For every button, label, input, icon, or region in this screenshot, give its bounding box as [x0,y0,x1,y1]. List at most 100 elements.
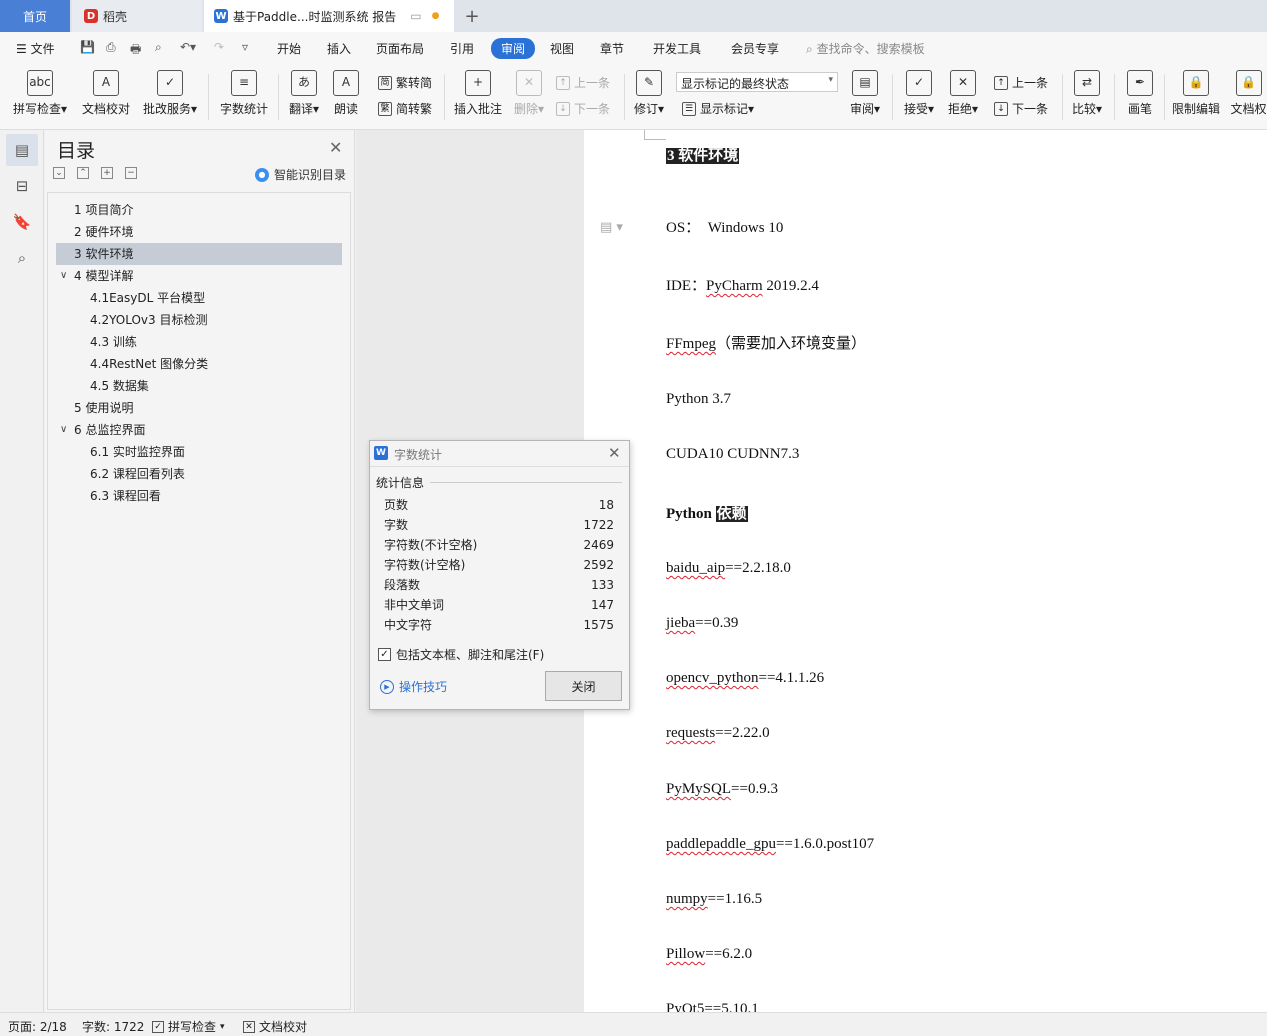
quick-access-dropdown-icon[interactable]: ▿ [242,40,248,54]
stats-row: 字数 1722 [384,515,614,535]
dialog-titlebar[interactable]: W 字数统计 ✕ [370,441,629,467]
paragraph-menu-icon[interactable]: ▤ ▾ [600,220,623,235]
document-page[interactable]: ▤ ▾ 3 软件环境 OS： Windows 10 IDE：PyCharm 20… [584,130,1267,1012]
window-icon[interactable]: ▭ [410,9,421,23]
toc-item[interactable]: 4.2YOLOv3 目标检测 [56,309,342,331]
tips-link[interactable]: ▶ 操作技巧 [380,678,447,695]
toc-item[interactable]: ∨ 4 模型详解 [56,265,342,287]
dependency-line: numpy==1.16.5 [666,891,762,908]
prev-comment-label: 上一条 [574,76,611,90]
toc-item[interactable]: 6.3 课程回看 [56,485,342,507]
toc-item[interactable]: 1 项目简介 [56,199,342,221]
expand-up-icon[interactable]: ⌃ [77,167,89,179]
correction-service-button[interactable]: ✓ 批改服务▾ [140,70,200,117]
collapse-all-icon[interactable]: ⌄ [53,167,65,179]
chevron-down-icon[interactable]: ∨ [60,265,67,287]
stats-value: 147 [591,598,614,612]
pen-button[interactable]: ✒ 画笔 [1122,70,1158,117]
translate-button[interactable]: あ翻译▾ [286,70,322,117]
redo-icon[interactable]: ↷ [214,40,224,54]
track-changes-button[interactable]: ✎ 修订▾ [630,70,668,117]
menu-developer[interactable]: 开发工具 [653,40,701,57]
spell-check-status[interactable]: ✓ 拼写检查 ▾ [152,1018,225,1035]
menu-insert[interactable]: 插入 [327,40,351,57]
toc-item[interactable]: 6.2 课程回看列表 [56,463,342,485]
save-icon[interactable]: 💾 [80,40,95,54]
toc-item[interactable]: 3 软件环境 [56,243,342,265]
accept-button[interactable]: ✓ 接受▾ [900,70,938,117]
restrict-editing-button[interactable]: 🔒 限制编辑 [1170,70,1222,117]
doc-proofread-button[interactable]: A 文档校对 [80,70,132,117]
simp-to-trad-button[interactable]: 繁简转繁 [378,100,432,117]
tab-daoke[interactable]: D 稻壳 [72,0,202,32]
export-pdf-icon[interactable]: ⎙ [106,40,116,55]
bookmark-icon[interactable]: 🔖 [12,212,32,232]
doc-permission-button[interactable]: 🔒 文档权 [1230,70,1267,117]
undo-icon[interactable]: ↶▾ [180,40,196,54]
toc-item[interactable]: 4.1EasyDL 平台模型 [56,287,342,309]
tab-home[interactable]: 首页 [0,0,70,32]
toc-item[interactable]: 4.4RestNet 图像分类 [56,353,342,375]
search-icon[interactable]: ⌕ [12,248,32,268]
search-icon: ⌕ [806,42,813,56]
menu-chapter[interactable]: 章节 [600,40,624,57]
spell-check-button[interactable]: abc 拼写检查▾ [10,70,70,117]
menu-page-layout[interactable]: 页面布局 [376,40,424,57]
section-divider [430,482,622,483]
command-search[interactable]: ⌕ 查找命令、搜索模板 [806,40,925,57]
print-preview-icon[interactable]: ⌕ [155,40,162,55]
spell-check-status-label: 拼写检查 [168,1020,217,1034]
trad-to-simp-button[interactable]: 简繁转简 [378,74,432,91]
remove-heading-icon[interactable]: − [125,167,137,179]
close-icon[interactable]: ✕ [608,444,621,462]
menu-review[interactable]: 审阅 [491,38,536,59]
toc-item[interactable]: 6.1 实时监控界面 [56,441,342,463]
smart-toc-button[interactable]: ● 智能识别目录 [255,166,346,183]
wps-writer-icon: W [214,9,228,23]
markup-view-select[interactable]: 显示标记的最终状态 ▾ [676,72,838,92]
next-change-button[interactable]: ↓ 下一条 [994,100,1048,117]
show-markup-button[interactable]: ☰ 显示标记 ▾ [682,100,754,117]
print-icon[interactable]: 🖶 [130,40,141,61]
menu-membership[interactable]: 会员专享 [731,40,779,57]
menu-view[interactable]: 视图 [550,40,574,57]
next-comment-button[interactable]: ↓ 下一条 [556,100,610,117]
stats-row: 非中文单词 147 [384,595,614,615]
trad-to-simp-icon: 简 [378,75,392,90]
stats-row: 中文字符 1575 [384,615,614,635]
track-changes-icon: ✎ [636,70,662,96]
toc-panel-icon[interactable]: ▤ [6,134,38,166]
insert-comment-button[interactable]: + 插入批注 [452,70,504,117]
close-icon[interactable]: ✕ [329,138,342,157]
add-heading-icon[interactable]: + [101,167,113,179]
prev-change-button[interactable]: ↑ 上一条 [994,74,1048,91]
page-indicator[interactable]: 页面: 2/18 [8,1018,67,1035]
toc-item[interactable]: 4.3 训练 [56,331,342,353]
delete-comment-icon: ✕ [516,70,542,96]
reject-button[interactable]: ✕ 拒绝▾ [944,70,982,117]
doc-proofread-status[interactable]: ✕ 文档校对 [243,1018,307,1035]
read-aloud-button[interactable]: A 朗读 [330,70,362,117]
file-menu[interactable]: ☰ 文件 [16,40,55,57]
tab-document[interactable]: W 基于Paddle...时监测系统 报告 ▭ ● [204,0,454,32]
prev-comment-button[interactable]: ↑ 上一条 [556,74,610,91]
menu-references[interactable]: 引用 [450,40,474,57]
word-count-indicator[interactable]: 字数: 1722 [82,1018,144,1035]
plus-icon: + [464,5,480,27]
new-tab-button[interactable]: + [460,0,484,32]
toc-item[interactable]: 5 使用说明 [56,397,342,419]
compare-button[interactable]: ⇄ 比较▾ [1068,70,1106,117]
include-textbox-checkbox[interactable]: ✓ 包括文本框、脚注和尾注(F) [378,646,544,663]
word-count-button[interactable]: ≡ 字数统计 [218,70,270,117]
chevron-down-icon[interactable]: ∨ [60,419,67,441]
toc-item[interactable]: ∨ 6 总监控界面 [56,419,342,441]
close-button[interactable]: 关闭 [545,671,622,701]
menu-start[interactable]: 开始 [277,40,301,57]
stats-row: 页数 18 [384,495,614,515]
delete-comment-button[interactable]: ✕ 删除▾ [510,70,548,117]
toc-item[interactable]: 2 硬件环境 [56,221,342,243]
doc-permission-icon: 🔒 [1235,70,1262,96]
chapter-nav-icon[interactable]: ⊟ [12,176,32,196]
review-pane-button[interactable]: ▤ 审阅▾ [846,70,884,117]
toc-item[interactable]: 4.5 数据集 [56,375,342,397]
